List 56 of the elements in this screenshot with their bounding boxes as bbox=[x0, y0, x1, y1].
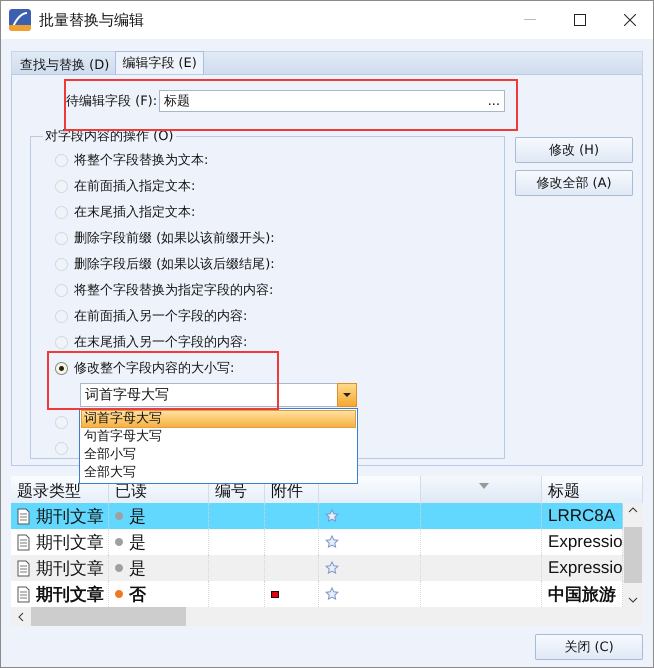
title-cell: Expressio bbox=[548, 532, 622, 552]
radio-label: 删除字段前缀 (如果以该前缀开头): bbox=[74, 230, 275, 247]
tab[interactable]: 编辑字段 (E) bbox=[115, 51, 204, 74]
radio-label: 在前面插入另一个字段的内容: bbox=[74, 308, 248, 325]
field-value: 标题 bbox=[164, 93, 190, 110]
maximize-icon bbox=[574, 14, 586, 26]
field-label: 待编辑字段 (F): bbox=[66, 93, 158, 110]
radio-label: 在前面插入指定文本: bbox=[74, 178, 196, 195]
read-cell-text: 否 bbox=[129, 584, 146, 606]
radio-label: 删除字段后缀 (如果以该后缀结尾): bbox=[74, 256, 275, 273]
scroll-up-icon[interactable] bbox=[628, 507, 638, 513]
window-title: 批量替换与编辑 bbox=[39, 10, 145, 30]
case-dropdown[interactable]: 词首字母大写 bbox=[80, 383, 357, 407]
star-icon[interactable] bbox=[325, 587, 339, 601]
caret-icon bbox=[343, 393, 351, 397]
app-logo-icon bbox=[9, 9, 31, 31]
radio-label: 将整个字段替换为指定字段的内容: bbox=[74, 282, 274, 299]
type-cell-text: 期刊文章 bbox=[36, 506, 104, 528]
title-cell: Expressio bbox=[548, 558, 622, 578]
read-cell-text: 是 bbox=[129, 506, 146, 528]
type-cell-text: 期刊文章 bbox=[36, 532, 104, 554]
table-row[interactable]: 期刊文章 是 Expressio bbox=[11, 555, 623, 581]
document-icon bbox=[17, 586, 30, 602]
read-cell-text: 是 bbox=[129, 558, 146, 580]
read-cell-text: 是 bbox=[129, 532, 146, 554]
star-icon[interactable] bbox=[325, 509, 339, 523]
dropdown-option[interactable]: 词首字母大写 bbox=[81, 410, 356, 428]
close-dialog-button[interactable]: 关闭 (C) bbox=[535, 634, 643, 660]
column-header[interactable] bbox=[421, 476, 542, 503]
radio-label: 将整个字段替换为文本: bbox=[74, 152, 208, 169]
horizontal-scrollbar[interactable] bbox=[11, 607, 643, 626]
field-input[interactable]: 标题 ... bbox=[159, 90, 505, 112]
star-icon[interactable] bbox=[325, 535, 339, 549]
type-cell-text: 期刊文章 bbox=[36, 558, 104, 580]
modify-button[interactable]: 修改 (H) bbox=[515, 137, 633, 163]
type-cell-text: 期刊文章 bbox=[36, 584, 104, 606]
vertical-scrollbar[interactable] bbox=[623, 503, 643, 607]
document-icon bbox=[17, 534, 30, 550]
title-cell-text: 中国旅游 bbox=[548, 584, 616, 606]
star-icon[interactable] bbox=[325, 561, 339, 575]
table-row[interactable]: 期刊文章 是 LRRC8A bbox=[11, 503, 623, 529]
tab[interactable]: 查找与替换 (D) bbox=[14, 55, 116, 74]
radio-label: 在末尾插入指定文本: bbox=[74, 204, 196, 221]
title-cell: LRRC8A bbox=[548, 506, 616, 526]
dropdown-button[interactable] bbox=[337, 383, 357, 407]
radio-button[interactable] bbox=[55, 362, 68, 374]
browse-button[interactable]: ... bbox=[488, 94, 500, 108]
close-icon bbox=[624, 14, 636, 26]
radio-label: 在末尾插入另一个字段的内容: bbox=[74, 334, 248, 351]
document-icon bbox=[17, 560, 30, 576]
document-icon bbox=[17, 508, 30, 524]
minimize-icon bbox=[524, 19, 536, 21]
modify-button[interactable]: 修改全部 (A) bbox=[515, 170, 633, 196]
radio-label: 修改整个字段内容的大小写: bbox=[74, 360, 234, 377]
scroll-down-icon[interactable] bbox=[628, 597, 638, 603]
sort-icon bbox=[479, 483, 489, 489]
